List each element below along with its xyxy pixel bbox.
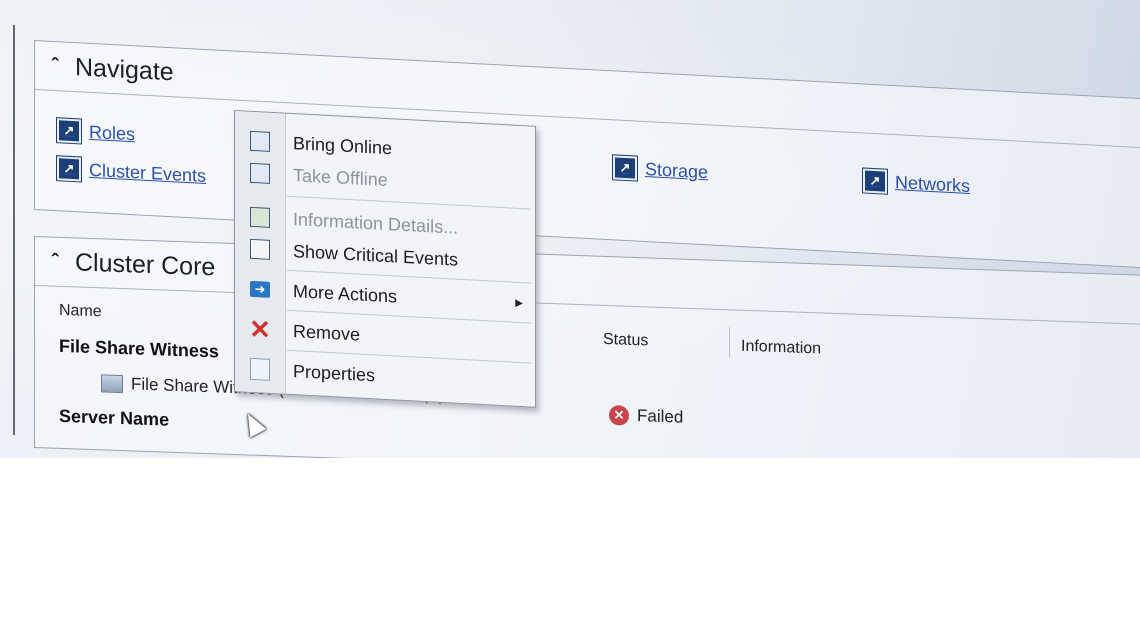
menu-item-label: Remove — [293, 320, 361, 345]
shortcut-icon: ↗ — [57, 118, 81, 144]
context-menu: Bring Online Take Offline Information De… — [234, 110, 536, 408]
menu-item-label: Properties — [293, 360, 376, 385]
column-divider[interactable] — [729, 327, 730, 358]
nav-link-label[interactable]: Roles — [89, 121, 135, 144]
group-row-server-name[interactable]: Server Name — [59, 406, 169, 431]
file-share-witness-icon — [101, 374, 123, 394]
collapse-chevron-icon[interactable]: ˆ — [35, 54, 75, 79]
bring-online-icon — [235, 130, 285, 153]
shortcut-icon: ↗ — [613, 155, 637, 181]
navigate-section: ˆ Navigate ↗ Roles ↗ Cluster Events ↗ St… — [34, 40, 1140, 270]
nav-link-roles[interactable]: ↗ Roles — [57, 118, 135, 146]
column-header-name[interactable]: Name — [59, 302, 102, 321]
remove-icon: ✕ — [249, 313, 271, 345]
nav-link-storage[interactable]: ↗ Storage — [613, 155, 708, 184]
cluster-core-title: Cluster Core — [75, 247, 216, 281]
take-offline-icon — [235, 162, 285, 185]
group-row-file-share-witness[interactable]: File Share Witness — [59, 336, 219, 363]
nav-link-networks[interactable]: ↗ Networks — [863, 168, 970, 198]
menu-item-label: More Actions — [293, 280, 398, 307]
shortcut-icon: ↗ — [863, 168, 887, 194]
navigate-title: Navigate — [75, 52, 174, 86]
information-details-icon — [235, 206, 285, 229]
window-edge — [13, 25, 15, 435]
menu-item-label: Bring Online — [293, 132, 393, 158]
submenu-arrow-icon: ▶ — [515, 297, 523, 309]
menu-item-label: Show Critical Events — [293, 240, 459, 270]
nav-link-label[interactable]: Cluster Events — [89, 159, 206, 186]
status-cell: ✕ Failed — [609, 405, 683, 428]
navigate-header[interactable]: ˆ Navigate — [35, 41, 1140, 150]
status-text: Failed — [637, 406, 684, 427]
nav-link-label[interactable]: Networks — [895, 172, 970, 197]
properties-icon — [235, 357, 285, 382]
cluster-core-section: ˆ Cluster Core Name Status Information F… — [34, 236, 1140, 458]
shortcut-icon: ↗ — [57, 156, 81, 182]
nav-link-label[interactable]: Storage — [645, 159, 708, 183]
failed-status-icon: ✕ — [609, 405, 629, 426]
more-actions-icon: ➜ — [235, 280, 285, 299]
column-header-information[interactable]: Information — [741, 338, 821, 359]
column-header-status[interactable]: Status — [603, 331, 648, 351]
critical-events-icon — [235, 238, 285, 261]
menu-item-label: Information Details... — [293, 208, 459, 238]
collapse-chevron-icon[interactable]: ˆ — [35, 250, 75, 274]
menu-item-label: Take Offline — [293, 164, 388, 190]
screen-photo: ˆ Navigate ↗ Roles ↗ Cluster Events ↗ St… — [0, 0, 1140, 458]
nav-link-cluster-events[interactable]: ↗ Cluster Events — [57, 156, 206, 188]
